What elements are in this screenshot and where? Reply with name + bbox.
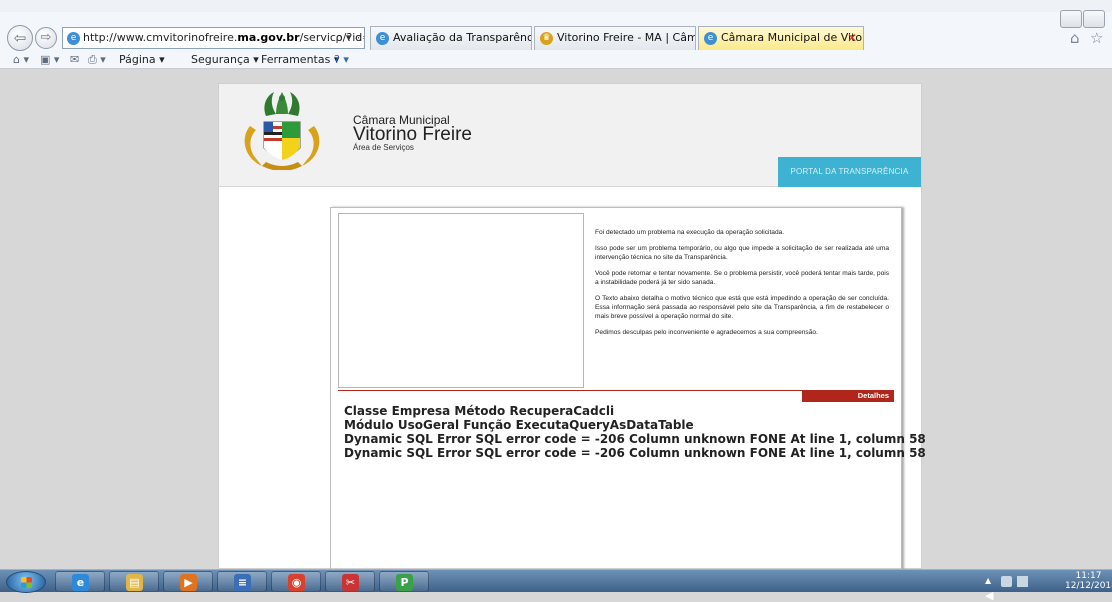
error-details: Classe Empresa Método RecuperaCadcli Mód…: [344, 404, 926, 460]
feeds-icon[interactable]: ▣ ▾: [40, 51, 59, 69]
command-bar: ⌂ ▾ ▣ ▾ ✉ ⎙ ▾ Página ▾ Segurança ▾ Ferra…: [0, 51, 1112, 69]
taskbar-snipping-tool[interactable]: ✂: [325, 571, 375, 592]
flag-alert-icon[interactable]: [1001, 575, 1012, 587]
message-paragraph: Foi detectado um problema na execução da…: [595, 229, 785, 236]
show-hidden-icons-icon[interactable]: ▲: [985, 576, 996, 587]
clock[interactable]: 11:17 12/12/2018: [1065, 571, 1112, 591]
back-button[interactable]: ⇦: [7, 25, 33, 51]
error-image-placeholder: [338, 213, 584, 388]
error-line: Dynamic SQL Error SQL error code = -206 …: [344, 446, 926, 460]
address-tools[interactable]: ρ ▾ ͼ: [335, 28, 361, 48]
volume-icon[interactable]: ◀: [985, 589, 996, 602]
browser-tab[interactable]: e Avaliação da Transparência do...: [370, 26, 532, 50]
internet-explorer-icon: e: [72, 574, 89, 591]
clock-date: 12/12/2018: [1065, 581, 1112, 591]
municipal-crest-logo: [244, 92, 320, 170]
web-page: Câmara Municipal Vitorino Freire Área de…: [218, 83, 926, 570]
windows-taskbar: e ▤ ▶ ≡ ◉ ✂ P ▲◀ 11:17 12/12/2018: [0, 569, 1112, 602]
error-line: Dynamic SQL Error SQL error code = -206 …: [344, 432, 926, 446]
forward-button[interactable]: ⇨: [35, 27, 57, 49]
tab-label: Avaliação da Transparência do...: [393, 31, 532, 44]
details-tab[interactable]: Detalhes: [802, 390, 894, 402]
forward-arrow-icon: ⇨: [40, 30, 52, 45]
tab-label: Vitorino Freire - MA | Câmara ...: [557, 31, 696, 44]
mail-icon[interactable]: ✉: [70, 51, 79, 69]
error-line: Classe Empresa Método RecuperaCadcli: [344, 404, 615, 418]
minimize-button[interactable]: [1060, 10, 1082, 28]
crest-tab-icon: ♛: [540, 32, 553, 45]
url-text: http://www.cmvitorinofreire.ma.gov.br/se…: [83, 31, 364, 44]
security-menu[interactable]: Segurança ▾: [191, 51, 259, 69]
taskbar-document-app[interactable]: ≡: [217, 571, 267, 592]
home-icon[interactable]: ⌂: [1070, 29, 1080, 47]
help-menu[interactable]: ? ▾: [334, 51, 349, 69]
title-bar: [0, 0, 1112, 12]
media-player-icon: ▶: [180, 574, 197, 591]
browser-tab[interactable]: ♛ Vitorino Freire - MA | Câmara ...: [534, 26, 696, 50]
folder-icon: ▤: [126, 574, 143, 591]
error-message: Foi detectado um problema na execução da…: [595, 228, 889, 344]
start-button[interactable]: [6, 571, 46, 593]
chrome-icon: ◉: [288, 574, 305, 591]
taskbar-chrome[interactable]: ◉: [271, 571, 321, 592]
site-header: Câmara Municipal Vitorino Freire Área de…: [219, 84, 921, 187]
scissors-icon: ✂: [342, 574, 359, 591]
close-tab-icon[interactable]: ✕: [847, 27, 857, 49]
home-menu-icon[interactable]: ⌂ ▾: [13, 51, 29, 69]
system-tray: ▲◀: [985, 574, 1045, 602]
maximize-button[interactable]: [1083, 10, 1105, 28]
document-icon: ≡: [234, 574, 251, 591]
portal-transparencia-button[interactable]: PORTAL DA TRANSPARÊNCIA: [778, 157, 921, 187]
ie-tab-icon: e: [704, 32, 717, 45]
clock-time: 11:17: [1075, 571, 1102, 581]
taskbar-media-player[interactable]: ▶: [163, 571, 213, 592]
message-paragraph: O Texto abaixo detalha o motivo técnico …: [595, 295, 889, 320]
tools-menu[interactable]: Ferramentas ▾: [261, 51, 339, 69]
error-panel: Foi detectado um problema na execução da…: [330, 207, 926, 570]
back-arrow-icon: ⇦: [13, 29, 27, 47]
network-icon[interactable]: [1017, 575, 1028, 587]
url-prefix: http://www.cmvitorinofreire.: [83, 31, 238, 44]
error-line: Módulo UsoGeral Função ExecutaQueryAsDat…: [344, 418, 694, 432]
taskbar-internet-explorer[interactable]: e: [55, 571, 105, 592]
message-paragraph: Isso pode ser um problema temporário, ou…: [595, 245, 889, 261]
favorites-star-icon[interactable]: ☆: [1090, 29, 1103, 47]
page-menu[interactable]: Página ▾: [119, 51, 165, 69]
message-paragraph: Você pode retornar e tentar novamente. S…: [595, 270, 889, 286]
ie-tab-icon: e: [376, 32, 389, 45]
url-domain: ma.gov.br: [237, 31, 300, 44]
area-subtitle: Área de Serviços: [353, 143, 414, 152]
address-bar[interactable]: e http://www.cmvitorinofreire.ma.gov.br/s…: [62, 27, 365, 49]
taskbar-file-explorer[interactable]: ▤: [109, 571, 159, 592]
tab-label: Câmara Municipal de Vitori...: [721, 31, 863, 44]
message-paragraph: Pedimos desculpas pelo inconveniente e a…: [595, 329, 818, 336]
green-app-icon: P: [396, 574, 413, 591]
ie-page-icon: e: [67, 31, 80, 45]
browser-tab-active[interactable]: e Câmara Municipal de Vitori... ✕: [698, 26, 864, 50]
print-icon[interactable]: ⎙ ▾: [88, 51, 106, 69]
browser-chrome: ⇦ ⇨ e http://www.cmvitorinofreire.ma.gov.…: [0, 0, 1112, 69]
taskbar-green-app[interactable]: P: [379, 571, 429, 592]
